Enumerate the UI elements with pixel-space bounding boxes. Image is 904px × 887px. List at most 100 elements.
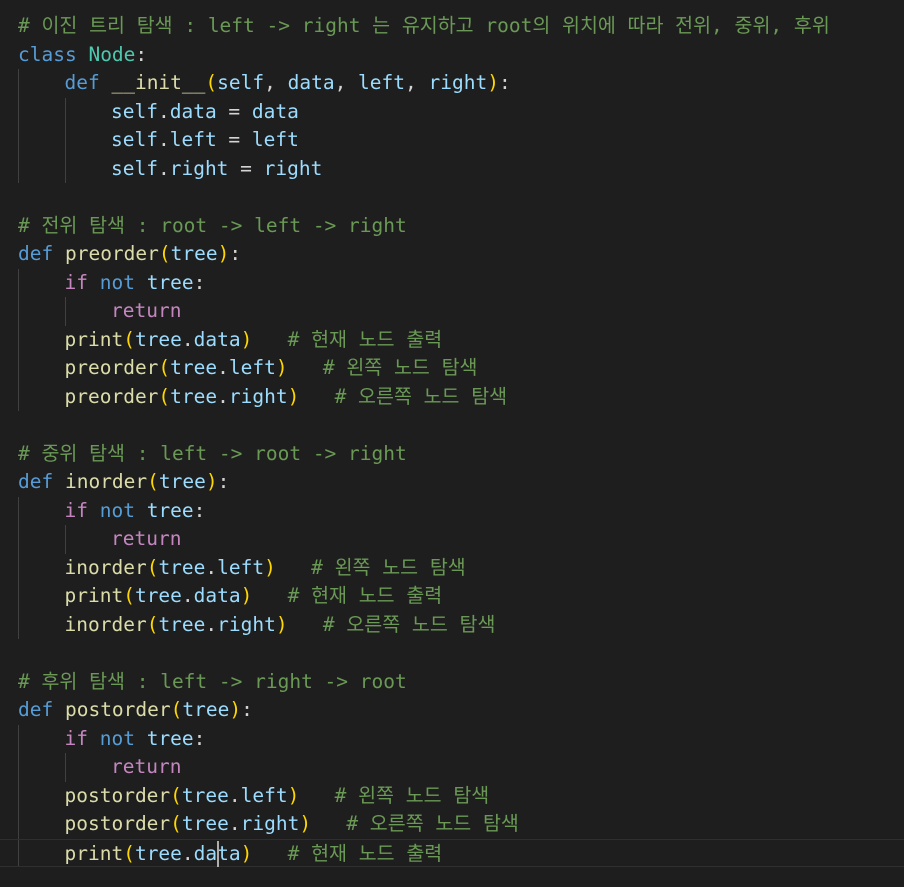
indent-guide: [18, 325, 19, 354]
code-token: .: [205, 612, 218, 636]
code-token: tree: [134, 841, 182, 865]
code-line[interactable]: postorder(tree.left) # 왼쪽 노드 탐색: [0, 781, 904, 810]
code-token: left: [251, 128, 299, 151]
code-line[interactable]: inorder(tree.right) # 오른쪽 노드 탐색: [0, 610, 904, 639]
code-line[interactable]: return: [0, 297, 904, 326]
code-token: # 중위 탐색 : left -> root -> right: [18, 441, 407, 465]
code-token: Node: [88, 42, 136, 66]
code-token: def: [18, 242, 65, 265]
code-line[interactable]: inorder(tree.left) # 왼쪽 노드 탐색: [0, 553, 904, 582]
code-line[interactable]: class Node:: [0, 41, 904, 70]
code-token: tree: [146, 498, 194, 522]
code-line[interactable]: [0, 411, 904, 440]
code-token: .: [217, 356, 229, 379]
code-token: right: [428, 71, 488, 94]
code-token: not: [99, 270, 147, 294]
code-editor[interactable]: # 이진 트리 탐색 : left -> right 는 유지하고 root의 …: [0, 0, 904, 887]
code-line[interactable]: self.right = right: [0, 154, 904, 183]
code-token: # 이진 트리 탐색 : left -> right 는 유지하고 root의 …: [18, 14, 830, 37]
code-token: ): [287, 783, 300, 807]
code-line[interactable]: print(tree.data) # 현재 노드 출력: [0, 582, 904, 611]
code-token: tree: [158, 470, 206, 493]
code-line[interactable]: def preorder(tree):: [0, 240, 904, 269]
code-token: ): [287, 384, 300, 408]
code-line[interactable]: preorder(tree.left) # 왼쪽 노드 탐색: [0, 354, 904, 383]
code-line[interactable]: self.left = left: [0, 126, 904, 155]
code-token: right: [228, 384, 288, 408]
code-line[interactable]: # 이진 트리 탐색 : left -> right 는 유지하고 root의 …: [0, 12, 904, 41]
code-line[interactable]: [0, 183, 904, 212]
code-token: postorder: [64, 783, 171, 807]
code-token: data: [193, 584, 241, 607]
code-token: (: [170, 812, 182, 835]
code-line[interactable]: # 중위 탐색 : left -> root -> right: [0, 440, 904, 469]
code-line[interactable]: return: [0, 753, 904, 782]
code-line[interactable]: def __init__(self, data, left, right):: [0, 69, 904, 98]
code-line[interactable]: print(tree.data) # 현재 노드 출력: [0, 838, 904, 867]
code-token: return: [111, 755, 182, 778]
code-token: # 현재 노드 출력: [287, 841, 443, 865]
code-token: (: [158, 356, 171, 379]
code-token: .: [157, 99, 170, 123]
code-token: # 왼쪽 노드 탐색: [322, 356, 478, 379]
code-token: ): [205, 470, 218, 493]
code-token: (: [147, 470, 159, 493]
code-token: __init__: [111, 71, 206, 94]
indent-guide: [18, 154, 19, 183]
code-token: tree: [158, 612, 206, 636]
code-token: # 오른쪽 노드 탐색: [334, 384, 508, 408]
code-line[interactable]: [0, 639, 904, 668]
code-token: data: [169, 99, 217, 123]
code-line[interactable]: self.data = data: [0, 97, 904, 126]
code-line[interactable]: if not tree:: [0, 724, 904, 753]
code-token: right: [263, 156, 323, 180]
code-token: self: [111, 128, 158, 151]
code-token: ): [264, 555, 276, 579]
code-token: not: [99, 498, 147, 522]
code-token: ,: [264, 71, 288, 94]
indent-guide: [18, 496, 19, 525]
code-line[interactable]: if not tree:: [0, 496, 904, 525]
code-token: print: [64, 841, 124, 865]
code-line[interactable]: def postorder(tree):: [0, 696, 904, 725]
code-token: inorder: [64, 470, 148, 493]
code-token: .: [205, 555, 218, 579]
code-line[interactable]: if not tree:: [0, 268, 904, 297]
code-token: :: [217, 470, 230, 493]
code-token: return: [111, 527, 182, 550]
code-token: if: [64, 726, 100, 750]
code-line[interactable]: print(tree.data) # 현재 노드 출력: [0, 325, 904, 354]
code-token: preorder: [64, 356, 159, 379]
code-token: left: [169, 128, 217, 151]
code-line[interactable]: preorder(tree.right) # 오른쪽 노드 탐색: [0, 382, 904, 411]
code-token: ,: [405, 71, 429, 94]
code-token: :: [229, 242, 242, 265]
code-token: left: [228, 356, 276, 379]
code-token: tree: [146, 270, 194, 294]
code-line[interactable]: # 후위 탐색 : left -> right -> root: [0, 668, 904, 697]
code-token: preorder: [64, 242, 159, 265]
code-token: =: [216, 128, 252, 151]
code-line[interactable]: def inorder(tree):: [0, 468, 904, 497]
code-token: =: [228, 156, 264, 180]
code-token: print: [64, 584, 124, 607]
indent-guide: [18, 382, 19, 411]
code-token: ): [229, 698, 242, 721]
code-token: tree: [182, 698, 230, 721]
code-token: inorder: [64, 555, 147, 579]
code-line[interactable]: return: [0, 525, 904, 554]
code-token: self: [111, 99, 158, 123]
code-token: data: [251, 99, 299, 123]
indent-guide: [18, 97, 19, 126]
code-token: tree: [158, 555, 206, 579]
indent-guide: [18, 582, 19, 611]
code-line[interactable]: # 전위 탐색 : root -> left -> right: [0, 212, 904, 241]
code-line[interactable]: postorder(tree.right) # 오른쪽 노드 탐색: [0, 810, 904, 839]
indent-guide: [64, 97, 66, 126]
code-token: tree: [181, 812, 229, 835]
code-token: .: [157, 128, 170, 151]
